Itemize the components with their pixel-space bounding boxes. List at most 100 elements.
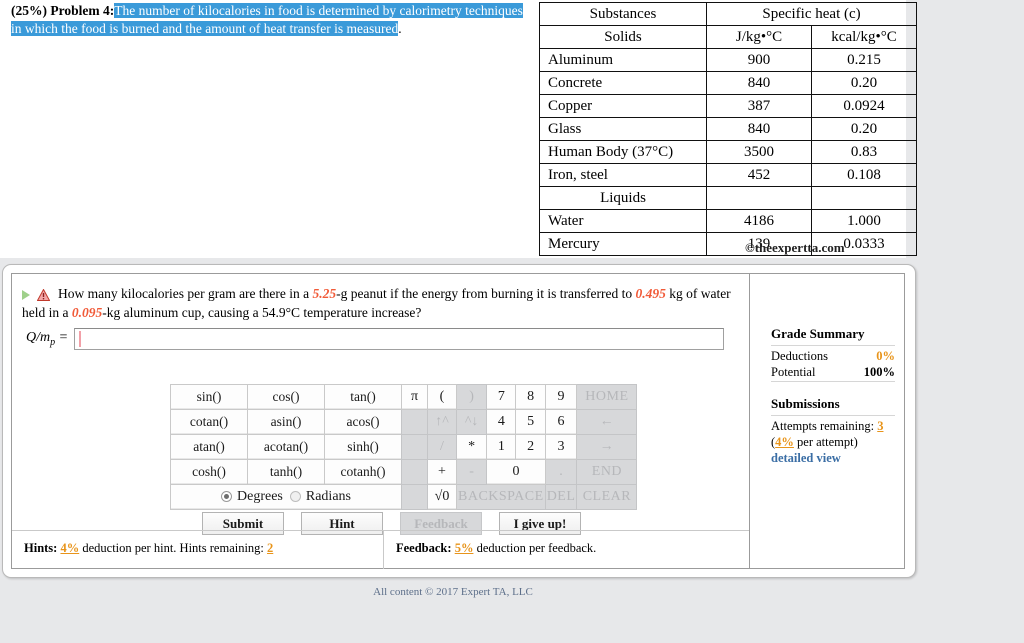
value-water-mass: 0.495 [635, 286, 666, 301]
attempts-value[interactable]: 3 [877, 419, 883, 433]
cell-substance: Copper [539, 94, 707, 118]
key-0[interactable]: 0 [486, 459, 546, 485]
answer-label: Q/mp = [26, 330, 68, 348]
key-3[interactable]: 3 [544, 434, 578, 460]
cell-kcal: 0.215 [811, 48, 917, 72]
key-atan[interactable]: atan() [170, 434, 248, 460]
cell-substance: Concrete [539, 71, 707, 95]
key-8[interactable]: 8 [515, 384, 546, 410]
feedback-deduction-pct[interactable]: 5% [455, 541, 474, 555]
hints-remaining-count[interactable]: 2 [267, 541, 273, 555]
group-liquids: Liquids [539, 186, 707, 210]
key-sinh[interactable]: sinh() [324, 434, 402, 460]
numeric-keypad: π ( ) 7 8 9 HOME ↑^ ^↓ 4 5 6 ← / * 1 2 3… [401, 384, 638, 510]
key-cotan[interactable]: cotan() [170, 409, 248, 435]
question-part2: -g peanut if the energy from burning it … [336, 286, 636, 301]
cell-si: 4186 [706, 209, 812, 233]
key-cosh[interactable]: cosh() [170, 459, 248, 485]
key-1[interactable]: 1 [486, 434, 517, 460]
per-attempt-close: per attempt) [793, 435, 858, 449]
warning-icon[interactable] [37, 288, 50, 301]
cell-substance: Glass [539, 117, 707, 141]
play-icon[interactable] [22, 289, 30, 300]
potential-value: 100% [863, 365, 895, 379]
key-7[interactable]: 7 [486, 384, 517, 410]
hints-deduction-pct[interactable]: 4% [60, 541, 79, 555]
table-group-liquids-row: Liquids [539, 186, 917, 210]
hints-text: deduction per hint. Hints remaining: [79, 541, 268, 555]
key-tan[interactable]: tan() [324, 384, 402, 410]
key-acotan[interactable]: acotan() [247, 434, 325, 460]
key-sin[interactable]: sin() [170, 384, 248, 410]
key-tanh[interactable]: tanh() [247, 459, 325, 485]
key-blank [401, 459, 428, 485]
key-clear: CLEAR [576, 484, 638, 510]
key-6[interactable]: 6 [544, 409, 578, 435]
key-pi[interactable]: π [401, 384, 428, 410]
answer-row: Q/mp = [26, 328, 738, 354]
per-attempt-pct[interactable]: 4% [775, 435, 794, 449]
label-radians: Radians [305, 489, 351, 504]
cell-si: 900 [706, 48, 812, 72]
table-header-row: Substances Specific heat (c) [539, 2, 917, 26]
key-del: DEL [544, 484, 578, 510]
table-unit-row: Solids J/kg•°C kcal/kg•°C [539, 25, 917, 49]
cell-substance: Human Body (37°C) [539, 140, 707, 164]
trig-row: cosh() tanh() cotanh() [170, 459, 402, 485]
header-substances: Substances [539, 2, 707, 26]
feedback-label: Feedback: [396, 541, 452, 555]
key-cos[interactable]: cos() [247, 384, 325, 410]
trig-keypad: sin() cos() tan() cotan() asin() acos() … [170, 384, 402, 510]
unit-si: J/kg•°C [706, 25, 812, 49]
hints-info: Hints: 4% deduction per hint. Hints rema… [24, 541, 273, 556]
potential-row: Potential 100% [771, 364, 895, 380]
cell-substance: Water [539, 209, 707, 233]
key-blank [401, 484, 428, 510]
per-attempt-row: (4% per attempt) [771, 434, 895, 450]
key-9[interactable]: 9 [544, 384, 578, 410]
table-row: Human Body (37°C) 3500 0.83 [539, 140, 917, 164]
numpad-row: ↑^ ^↓ 4 5 6 ← [401, 409, 638, 435]
key-cotanh[interactable]: cotanh() [324, 459, 402, 485]
hints-bar: Hints: 4% deduction per hint. Hints rema… [12, 530, 749, 569]
key-5[interactable]: 5 [515, 409, 546, 435]
key-acos[interactable]: acos() [324, 409, 402, 435]
cell-substance: Aluminum [539, 48, 707, 72]
attempts-label: Attempts remaining: [771, 419, 875, 433]
key-close-paren: ) [455, 384, 488, 410]
answer-input[interactable] [74, 328, 725, 350]
text-caret [79, 331, 82, 347]
cell-kcal: 0.20 [811, 117, 917, 141]
trig-row: cotan() asin() acos() [170, 409, 402, 435]
cell-si: 387 [706, 94, 812, 118]
key-home: HOME [576, 384, 638, 410]
cell-si: 840 [706, 71, 812, 95]
cell-kcal: 1.000 [811, 209, 917, 233]
specific-heat-table: Substances Specific heat (c) Solids J/kg… [539, 2, 917, 256]
key-2[interactable]: 2 [515, 434, 546, 460]
key-asin[interactable]: asin() [247, 409, 325, 435]
detailed-view-link[interactable]: detailed view [771, 450, 895, 466]
cell-kcal: 0.83 [811, 140, 917, 164]
radio-degrees[interactable] [221, 491, 232, 503]
divider [771, 415, 895, 416]
key-sqrt[interactable]: √0 [427, 484, 457, 510]
cell-kcal: 0.108 [811, 163, 917, 187]
feedback-text: deduction per feedback. [473, 541, 597, 555]
radio-radians[interactable] [289, 491, 301, 503]
table-row: Concrete 840 0.20 [539, 71, 917, 95]
cell-si: 452 [706, 163, 812, 187]
feedback-info: Feedback: 5% deduction per feedback. [396, 541, 596, 556]
key-open-paren[interactable]: ( [427, 384, 457, 410]
cell-substance: Iron, steel [539, 163, 707, 187]
numpad-row: + - 0 . END [401, 459, 638, 485]
question-part1: How many kilocalories per gram are there… [58, 286, 313, 301]
grade-summary-title: Grade Summary [771, 326, 865, 341]
answer-label-m: m [40, 330, 51, 346]
cell-si: 840 [706, 117, 812, 141]
problem-number: (25%) Problem 4: [11, 3, 115, 18]
key-plus[interactable]: + [427, 459, 457, 485]
trig-row: atan() acotan() sinh() [170, 434, 402, 460]
key-multiply[interactable]: * [455, 434, 488, 460]
key-4[interactable]: 4 [486, 409, 517, 435]
